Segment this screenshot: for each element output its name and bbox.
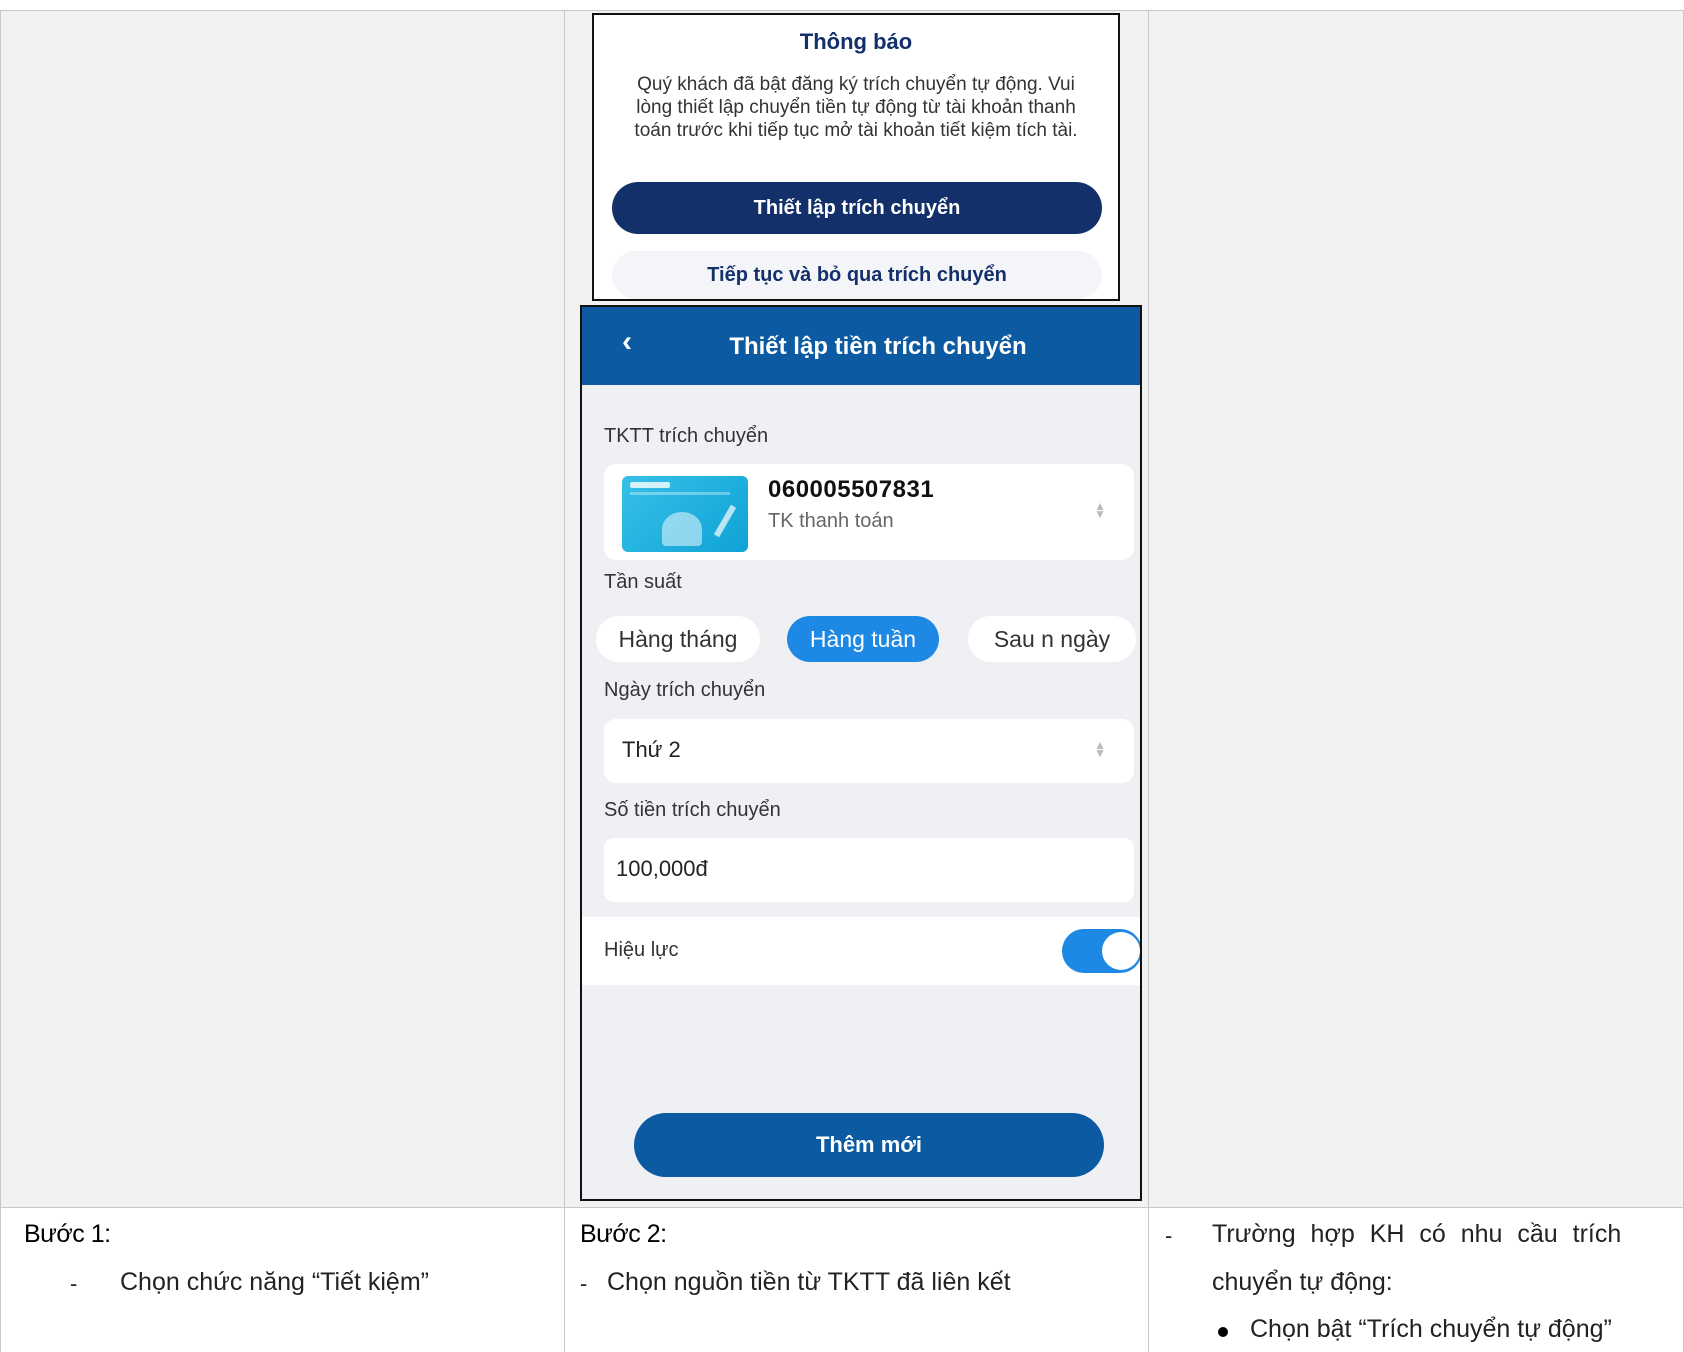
screen-header: ‹ Thiết lập tiền trích chuyển [582,307,1140,385]
sort-arrows-icon: ▲ ▼ [1094,499,1106,521]
amount-input[interactable]: 100,000đ [604,838,1134,902]
dialog-title: Thông báo [799,29,913,54]
table-border-left [0,10,1,1352]
effect-label: Hiệu lực [604,939,679,961]
step1-title: Bước 1: [24,1220,111,1248]
screen-title: Thiết lập tiền trích chuyển [729,333,1027,360]
bank-card-image [622,476,748,552]
table-border-middle [0,1207,1684,1208]
frequency-monthly[interactable]: Hàng tháng [596,616,760,662]
add-new-button[interactable]: Thêm mới [634,1113,1104,1177]
bullet-icon [1218,1327,1228,1337]
amount-label: Số tiền trích chuyển [604,799,781,821]
effect-row: Hiệu lực [582,917,1140,985]
table-border-col1 [564,10,565,1352]
table-cell-top-right [1148,10,1684,1207]
sort-arrows-icon: ▲ ▼ [1094,738,1106,760]
amount-value: 100,000đ [616,856,708,881]
account-number: 060005507831 [768,476,935,503]
step2-text: Chọn nguồn tiền từ TKTT đã liên kết [607,1268,1011,1296]
step3-line2: chuyển tự động: [1212,1268,1393,1296]
frequency-label: Tần suất [604,571,682,593]
table-border-col2 [1148,10,1149,1352]
step2-dash: - [580,1271,588,1296]
step3-dash: - [1165,1223,1173,1248]
transfer-date-select[interactable]: Thứ 2 ▲ ▼ [604,719,1134,783]
setup-transfer-button[interactable]: Thiết lập trích chuyển [612,182,1102,234]
step1-text: Chọn chức năng “Tiết kiệm” [120,1268,429,1296]
step3-bullet-text: Chọn bật “Trích chuyển tự động” [1250,1315,1612,1343]
table-cell-top-left [0,10,564,1207]
table-border-top [0,10,1684,11]
dialog-message: Quý khách đã bật đăng ký trích chuyển tự… [634,74,1078,141]
step3-line1: Trường hợp KH có nhu cầu trích [1212,1220,1622,1248]
source-account-label: TKTT trích chuyển [604,425,769,447]
notice-dialog: Thông báo Quý khách đã bật đăng ký trích… [592,13,1120,301]
toggle-knob [1102,932,1140,970]
skip-transfer-button[interactable]: Tiếp tục và bỏ qua trích chuyển [612,251,1102,299]
transfer-date-value: Thứ 2 [622,737,681,762]
step1-dash: - [70,1271,78,1296]
account-selector[interactable]: 060005507831 TK thanh toán ▲ ▼ [604,464,1134,560]
frequency-weekly[interactable]: Hàng tuần [787,616,939,662]
step2-title: Bước 2: [580,1220,667,1248]
transfer-date-label: Ngày trích chuyển [604,679,766,701]
effect-toggle[interactable] [1062,929,1140,973]
frequency-after-n-days[interactable]: Sau n ngày [968,616,1136,662]
account-type: TK thanh toán [768,510,894,532]
setup-screen: ‹ Thiết lập tiền trích chuyển TKTT trích… [580,305,1142,1201]
